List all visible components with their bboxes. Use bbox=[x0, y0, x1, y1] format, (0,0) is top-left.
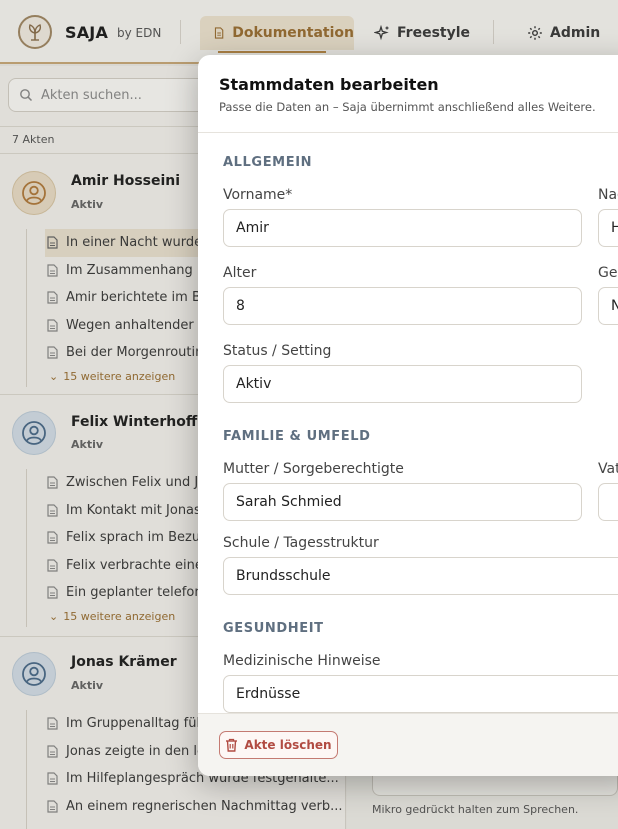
alter-value: 8 bbox=[236, 298, 245, 314]
vorname-value: Amir bbox=[236, 220, 269, 236]
medizin-field[interactable]: Erdnüsse bbox=[223, 675, 618, 713]
schule-label: Schule / Tagesstruktur bbox=[223, 535, 379, 551]
vorname-field[interactable]: Amir bbox=[223, 209, 582, 247]
mutter-field[interactable]: Sarah Schmied bbox=[223, 483, 582, 521]
geschlecht-select[interactable]: N bbox=[598, 287, 618, 325]
status-value: Aktiv bbox=[236, 376, 272, 392]
dialog-subtitle: Passe die Daten an – Saja übernimmt ansc… bbox=[219, 100, 596, 114]
geschlecht-value: N bbox=[611, 298, 618, 314]
dialog-title: Stammdaten bearbeiten bbox=[219, 75, 439, 94]
medizin-label: Medizinische Hinweise bbox=[223, 653, 381, 669]
dialog-footer: Akte löschen bbox=[198, 713, 618, 776]
dialog-header: Stammdaten bearbeiten Passe die Daten an… bbox=[198, 55, 618, 133]
schule-value: Brundsschule bbox=[236, 568, 331, 584]
delete-akte-button[interactable]: Akte löschen bbox=[219, 731, 338, 759]
vorname-label: Vorname* bbox=[223, 187, 293, 203]
alter-field[interactable]: 8 bbox=[223, 287, 582, 325]
mutter-value: Sarah Schmied bbox=[236, 494, 342, 510]
edit-stammdaten-dialog: Stammdaten bearbeiten Passe die Daten an… bbox=[198, 55, 618, 776]
delete-akte-label: Akte löschen bbox=[244, 738, 332, 752]
medizin-value: Erdnüsse bbox=[236, 686, 301, 702]
status-label: Status / Setting bbox=[223, 343, 332, 359]
trash-icon bbox=[226, 738, 238, 752]
nachname-value: H bbox=[611, 220, 618, 236]
vater-field[interactable] bbox=[598, 483, 618, 521]
nachname-field[interactable]: H bbox=[598, 209, 618, 247]
schule-field[interactable]: Brundsschule bbox=[223, 557, 618, 595]
status-field[interactable]: Aktiv bbox=[223, 365, 582, 403]
section-familie: FAMILIE & UMFELD bbox=[223, 429, 371, 444]
mutter-label: Mutter / Sorgeberechtigte bbox=[223, 461, 404, 477]
vater-label: Vat bbox=[598, 461, 618, 477]
section-allgemein: ALLGEMEIN bbox=[223, 155, 313, 170]
alter-label: Alter bbox=[223, 265, 257, 281]
section-gesundheit: GESUNDHEIT bbox=[223, 621, 324, 636]
nachname-label: Nac bbox=[598, 187, 618, 203]
geschlecht-label: Ges bbox=[598, 265, 618, 281]
